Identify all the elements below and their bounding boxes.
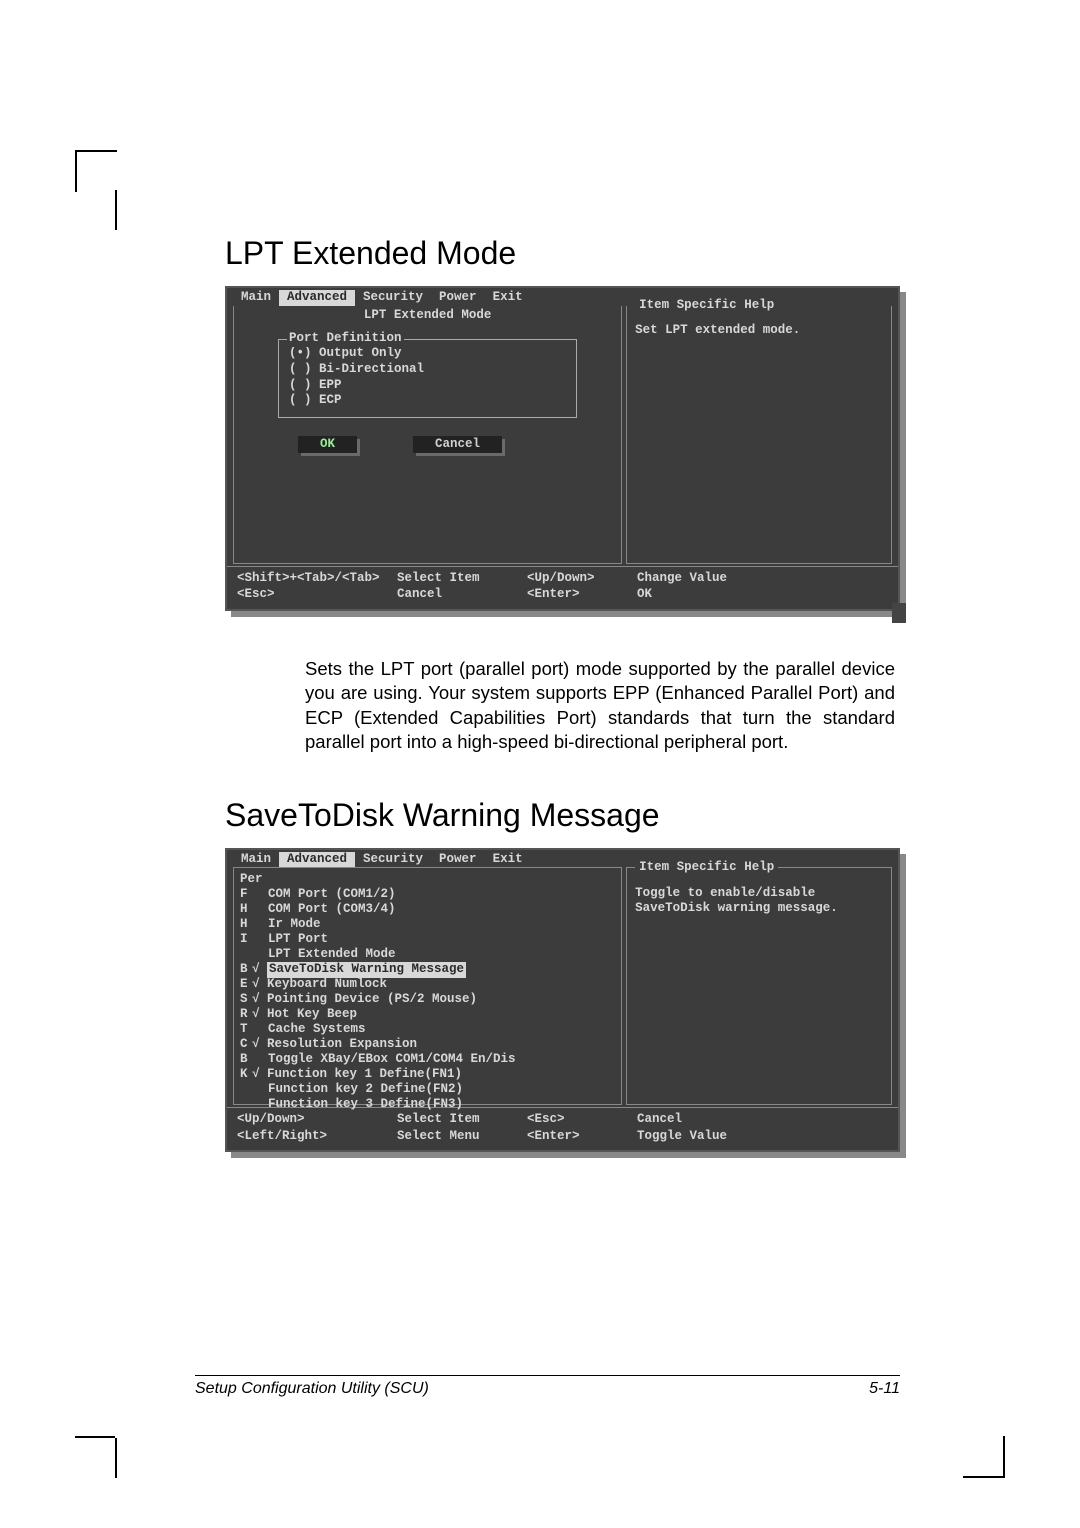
tab-exit[interactable]: Exit	[485, 290, 531, 306]
footer-left: Setup Configuration Utility (SCU)	[195, 1380, 429, 1398]
tab-security[interactable]: Security	[355, 852, 431, 868]
menu-item[interactable]: Pointing Device (PS/2 Mouse)	[268, 992, 617, 1007]
cancel-button[interactable]: Cancel	[413, 436, 502, 454]
tab-power[interactable]: Power	[431, 290, 485, 306]
menu-item[interactable]: COM Port (COM3/4)	[268, 902, 617, 917]
radio-label: EPP	[319, 378, 342, 392]
bios-menubar: Main Advanced Security Power Exit	[227, 850, 898, 868]
footer-key: <Enter>	[527, 587, 637, 603]
advanced-menu-pane: Per F H H I B E S R T C B K COM Port (CO…	[233, 867, 622, 1105]
footer-key: <Up/Down>	[527, 571, 637, 587]
left-letter-column: Per F H H I B E S R T C B K	[240, 872, 263, 1082]
help-text: Set LPT extended mode.	[635, 323, 883, 339]
bios-footer: <Shift>+<Tab>/<Tab> Select Item <Up/Down…	[227, 566, 898, 609]
radio-epp[interactable]: ( ) EPP	[289, 378, 566, 394]
radio-mark: ( )	[289, 393, 312, 407]
radio-label: Output Only	[319, 346, 402, 360]
footer-key: <Shift>+<Tab>/<Tab>	[237, 571, 397, 587]
menu-item[interactable]: Keyboard Numlock	[268, 977, 617, 992]
radio-bidirectional[interactable]: ( ) Bi-Directional	[289, 362, 566, 378]
heading-lpt: LPT Extended Mode	[225, 235, 900, 272]
radio-mark: ( )	[289, 378, 312, 392]
footer-key: <Left/Right>	[237, 1129, 397, 1145]
footer-key: <Enter>	[527, 1129, 637, 1145]
footer-action: Select Menu	[397, 1129, 527, 1145]
lpt-dialog-title: LPT Extended Mode	[238, 308, 617, 324]
tab-power[interactable]: Power	[431, 852, 485, 868]
radio-ecp[interactable]: ( ) ECP	[289, 393, 566, 409]
menu-item[interactable]: Toggle XBay/EBox COM1/COM4 En/Dis	[268, 1052, 617, 1067]
help-text-1: Toggle to enable/disable	[635, 886, 883, 902]
menu-item[interactable]: Cache Systems	[268, 1022, 617, 1037]
crop-mark-tl	[75, 150, 117, 192]
menu-item[interactable]: COM Port (COM1/2)	[268, 887, 617, 902]
radio-label: Bi-Directional	[319, 362, 424, 376]
lpt-description: Sets the LPT port (parallel port) mode s…	[305, 657, 895, 755]
tab-main[interactable]: Main	[233, 852, 279, 868]
menu-item[interactable]: SaveToDisk Warning Message	[268, 962, 617, 977]
footer-action: OK	[637, 587, 890, 603]
crop-mark-bl-v	[115, 1438, 117, 1478]
port-legend: Port Definition	[287, 331, 404, 347]
help-title: Item Specific Help	[635, 860, 778, 874]
menu-item[interactable]: Function key 2 Define(FN2)	[268, 1082, 617, 1097]
tab-advanced[interactable]: Advanced	[279, 852, 355, 868]
radio-output-only[interactable]: (•) Output Only	[289, 346, 566, 362]
scroll-indicator-icon	[892, 603, 906, 623]
bios-menubar: Main Advanced Security Power Exit	[227, 288, 898, 306]
footer-action: Select Item	[397, 571, 527, 587]
help-title: Item Specific Help	[635, 298, 778, 312]
help-pane: Item Specific Help Set LPT extended mode…	[626, 306, 892, 564]
footer-key: <Up/Down>	[237, 1112, 397, 1128]
menu-item[interactable]: LPT Extended Mode	[268, 947, 617, 962]
radio-mark: ( )	[289, 362, 312, 376]
menu-item[interactable]: Function key 1 Define(FN1)	[268, 1067, 617, 1082]
crop-mark-br	[963, 1436, 1005, 1478]
menu-item[interactable]: LPT Port	[268, 932, 617, 947]
page-content: LPT Extended Mode Main Advanced Security…	[0, 0, 1080, 1152]
menu-item[interactable]: Hot Key Beep	[268, 1007, 617, 1022]
bios-screenshot-lpt: Main Advanced Security Power Exit LPT Ex…	[225, 286, 900, 611]
bios-footer: <Up/Down> Select Item <Esc> Cancel <Left…	[227, 1107, 898, 1150]
crop-mark-ml	[115, 190, 117, 230]
bios-screenshot-save: Main Advanced Security Power Exit Per F …	[225, 848, 900, 1153]
radio-label: ECP	[319, 393, 342, 407]
menu-item[interactable]: Resolution Expansion	[268, 1037, 617, 1052]
menu-item[interactable]: Function key 3 Define(FN3)	[268, 1097, 617, 1112]
footer-key: <Esc>	[237, 587, 397, 603]
heading-save: SaveToDisk Warning Message	[225, 797, 900, 834]
tab-exit[interactable]: Exit	[485, 852, 531, 868]
lpt-dialog: LPT Extended Mode Port Definition (•) Ou…	[233, 306, 622, 564]
crop-mark-bl-h	[75, 1436, 115, 1438]
menu-item[interactable]: Ir Mode	[268, 917, 617, 932]
advanced-menu-list: COM Port (COM1/2)COM Port (COM3/4)Ir Mod…	[268, 872, 617, 1112]
tab-advanced[interactable]: Advanced	[279, 290, 355, 306]
footer-action: Cancel	[637, 1112, 890, 1128]
help-pane: Item Specific Help Toggle to enable/disa…	[626, 867, 892, 1105]
footer-right: 5-11	[869, 1380, 900, 1398]
radio-mark: (•)	[289, 346, 312, 360]
help-text-2: SaveToDisk warning message.	[635, 901, 883, 917]
ok-button[interactable]: OK	[298, 436, 357, 454]
page-footer: Setup Configuration Utility (SCU) 5-11	[195, 1375, 900, 1398]
footer-action: Select Item	[397, 1112, 527, 1128]
footer-action: Toggle Value	[637, 1129, 890, 1145]
footer-action: Change Value	[637, 571, 890, 587]
footer-key: <Esc>	[527, 1112, 637, 1128]
port-definition-box: Port Definition (•) Output Only ( ) Bi-D…	[278, 339, 577, 418]
footer-action: Cancel	[397, 587, 527, 603]
tab-security[interactable]: Security	[355, 290, 431, 306]
tab-main[interactable]: Main	[233, 290, 279, 306]
